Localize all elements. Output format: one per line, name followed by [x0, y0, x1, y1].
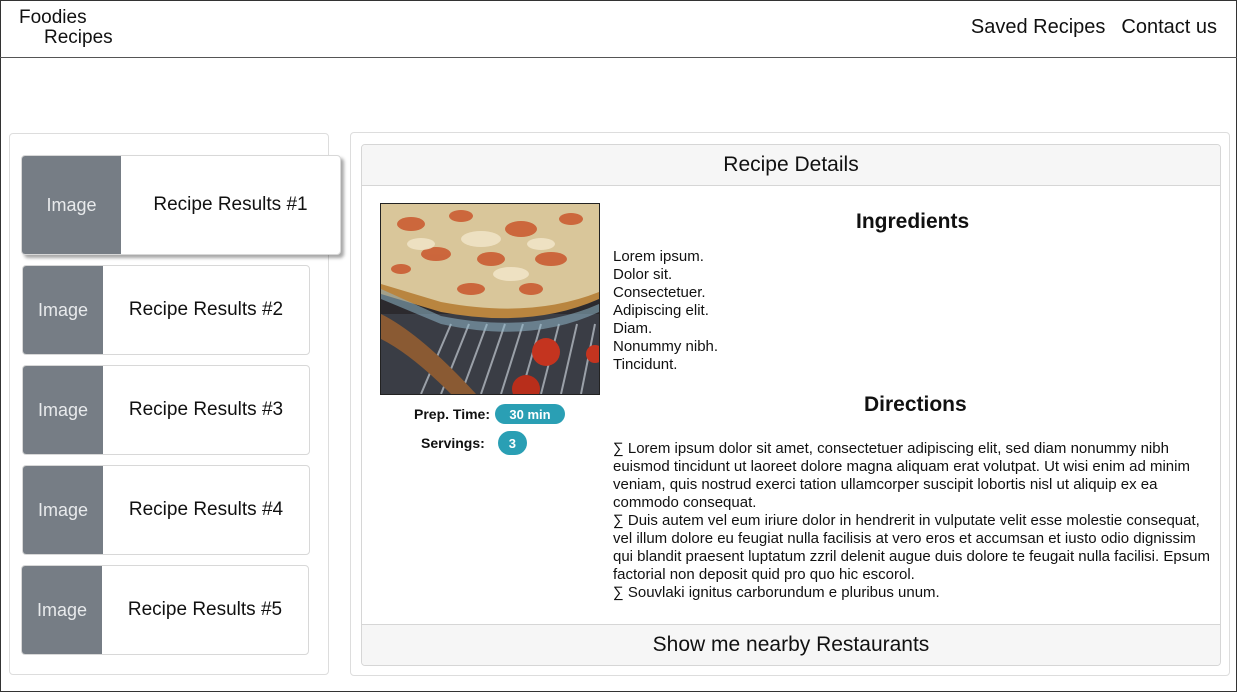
result-image-placeholder: Image — [23, 366, 103, 454]
recipe-photo — [380, 203, 600, 395]
ingredient-item: Diam. — [613, 320, 653, 337]
direction-step: ∑ Duis autem vel eum iriure dolor in hen… — [613, 512, 1211, 583]
result-label: Recipe Results #3 — [128, 399, 284, 420]
results-panel: Image Recipe Results #1 Image Recipe Res… — [9, 133, 341, 675]
result-label: Recipe Results #2 — [128, 299, 284, 320]
ingredient-item: Lorem ipsum. — [613, 248, 704, 265]
direction-step: ∑ Lorem ipsum dolor sit amet, consectetu… — [613, 440, 1190, 511]
ingredient-item: Adipiscing elit. — [613, 302, 709, 319]
ingredients-title: Ingredients — [856, 210, 970, 233]
brand-line-1[interactable]: Foodies — [19, 7, 87, 29]
result-card-4[interactable]: Image Recipe Results #4 — [22, 465, 310, 555]
nav-contact-us[interactable]: Contact us — [1121, 16, 1217, 39]
result-label: Recipe Results #4 — [128, 499, 284, 520]
result-image-placeholder: Image — [23, 266, 103, 354]
result-label: Recipe Results #1 — [153, 194, 308, 215]
result-image-placeholder: Image — [23, 466, 103, 554]
ingredient-item: Tincidunt. — [613, 356, 678, 373]
nearby-restaurants-button[interactable]: Show me nearby Restaurants — [362, 624, 1220, 665]
nav-saved-recipes[interactable]: Saved Recipes — [971, 16, 1106, 39]
navbar: Foodies Recipes Saved Recipes Contact us — [0, 0, 1237, 58]
prep-time-label: Prep. Time: — [414, 406, 490, 422]
result-label: Recipe Results #5 — [127, 599, 283, 620]
prep-time-badge: 30 min — [495, 404, 565, 424]
result-image-placeholder: Image — [22, 156, 121, 254]
lasagna-photo — [381, 204, 599, 394]
ingredients-list: Lorem ipsum. Dolor sit. Consectetuer. Ad… — [613, 248, 718, 374]
servings-label: Servings: — [421, 435, 485, 451]
details-panel: Recipe Details Prep. Time: 30 min Servin… — [350, 132, 1230, 676]
result-card-5[interactable]: Image Recipe Results #5 — [21, 565, 309, 655]
result-card-2[interactable]: Image Recipe Results #2 — [22, 265, 310, 355]
result-card-1[interactable]: Image Recipe Results #1 — [21, 155, 341, 255]
result-card-3[interactable]: Image Recipe Results #3 — [22, 365, 310, 455]
recipe-details-card: Recipe Details Prep. Time: 30 min Servin… — [361, 144, 1221, 666]
servings-badge: 3 — [497, 431, 527, 455]
recipe-details-header: Recipe Details — [362, 145, 1220, 186]
result-image-placeholder: Image — [22, 566, 102, 654]
brand-line-2[interactable]: Recipes — [44, 27, 113, 49]
ingredient-item: Nonummy nibh. — [613, 338, 719, 355]
ingredient-item: Consectetuer. — [613, 284, 706, 301]
directions-title: Directions — [864, 393, 967, 416]
ingredient-item: Dolor sit. — [613, 266, 673, 283]
servings-row: Servings: 3 — [421, 431, 527, 455]
direction-step: ∑ Souvlaki ignitus carborundum e pluribu… — [613, 584, 940, 601]
prep-time-row: Prep. Time: 30 min — [414, 404, 565, 424]
nav-links: Saved Recipes Contact us — [971, 16, 1217, 39]
directions-text: ∑ Lorem ipsum dolor sit amet, consectetu… — [613, 440, 1213, 602]
